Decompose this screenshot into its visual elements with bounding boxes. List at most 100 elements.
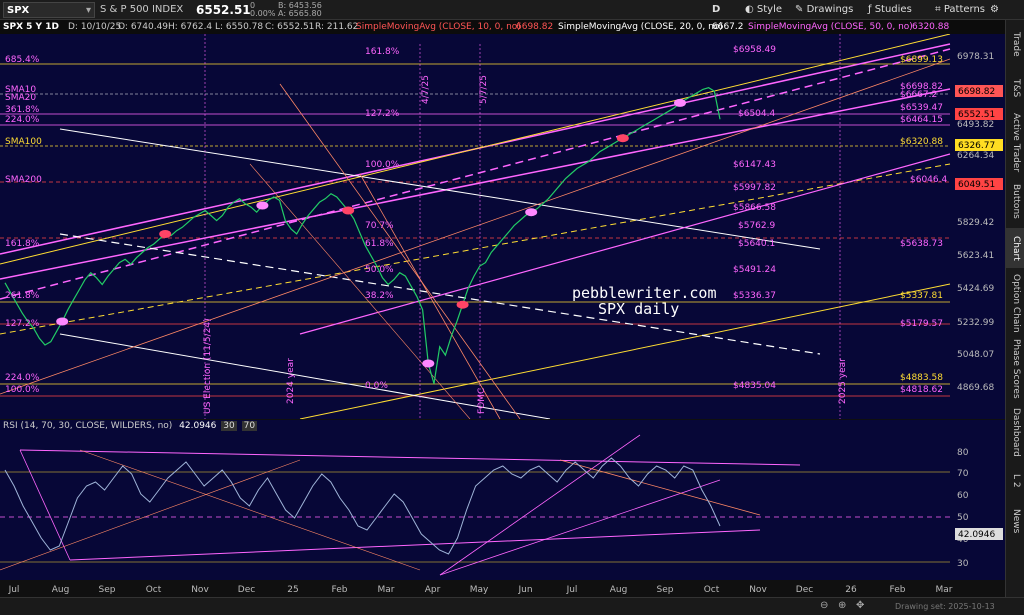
chart-info-bar: SPX 5 Y 1D D: 10/10/25 O: 6740.49 H: 676… <box>0 20 1024 34</box>
patterns-menu-button[interactable]: ⌗ Patterns <box>935 2 985 18</box>
fib-mid-127: 127.2% <box>365 109 400 119</box>
tab-level-2[interactable]: L 2 <box>1006 464 1024 498</box>
bar-high: H: 6762.4 <box>168 22 213 32</box>
level-5997: $5997.82 <box>733 183 776 193</box>
tab-buttons[interactable]: Buttons <box>1006 178 1024 224</box>
date-tick: Nov <box>191 585 209 595</box>
symbol-text: SPX <box>7 5 30 16</box>
badge-last: 6552.51 <box>958 110 995 120</box>
date-note-may7: 5/7/25 <box>479 75 489 104</box>
bar-low: L: 6550.78 <box>215 22 264 32</box>
date-tick: Jun <box>517 585 532 595</box>
settings-icon[interactable]: ⚙ <box>990 2 999 18</box>
level-5638: $5638.73 <box>900 239 943 249</box>
tab-chart[interactable]: Chart <box>1006 228 1024 268</box>
date-tick: May <box>470 585 489 595</box>
level-6899: $6899.13 <box>900 55 943 65</box>
level-5866: $5866.58 <box>733 203 776 213</box>
date-tick: Dec <box>796 585 813 595</box>
chart-title: SPX 5 Y 1D <box>3 22 59 32</box>
level-5336: $5336.37 <box>733 291 776 301</box>
status-bar: ⊖ ⊕ ✥ Drawing set: 2025-10-13 <box>0 597 1024 615</box>
rsi-tick: 30 <box>957 559 969 569</box>
fib-label-127: 127.2% <box>5 319 40 329</box>
date-tick: Dec <box>238 585 255 595</box>
fomc-note: FOMC <box>477 388 487 414</box>
fib-label-261: 261.8% <box>5 291 40 301</box>
fib-label-224: 224.0% <box>5 115 40 125</box>
price-axis: 6978.31 6493.82 6264.34 5829.42 5623.41 … <box>957 52 994 393</box>
date-tick: Sep <box>657 585 674 595</box>
sma50-label: SimpleMovingAvg (CLOSE, 50, 0, no) <box>748 22 913 32</box>
price-tick: 5424.69 <box>957 284 994 294</box>
tab-phase-scores[interactable]: Phase Scores <box>1006 338 1024 400</box>
date-tick: Jul <box>566 585 578 595</box>
zoom-in-icon[interactable]: ⊕ <box>838 600 846 611</box>
rsi-value-badge: 42.0946 <box>958 530 995 540</box>
year-2024-note: 2024 year <box>286 358 296 404</box>
date-tick: Aug <box>610 585 628 595</box>
timeframe-selector[interactable]: D <box>712 2 720 18</box>
pan-icon[interactable]: ✥ <box>856 600 864 611</box>
date-note-apr7: 4/7/25 <box>421 75 431 104</box>
tab-dashboard[interactable]: Dashboard <box>1006 404 1024 460</box>
zoom-out-icon[interactable]: ⊖ <box>820 600 828 611</box>
date-axis: Jul Aug Sep Oct Nov Dec 25 Feb Mar Apr May Jun Jul Au… <box>0 580 1024 596</box>
rsi-value: 42.0946 <box>179 421 217 431</box>
price-chart[interactable]: 685.4% SMA10 SMA20 361.8% 224.0% SMA100 … <box>0 34 1024 419</box>
level-6504: $6504.4 <box>738 109 775 119</box>
level-4883: $4883.58 <box>900 373 943 383</box>
price-marker <box>159 230 172 238</box>
date-tick: Mar <box>936 585 953 595</box>
style-menu-button[interactable]: ◐ Style <box>745 2 782 18</box>
price-marker <box>422 359 435 368</box>
drawings-menu-button[interactable]: ✎ Drawings <box>795 2 853 18</box>
rsi-tick: 70 <box>957 469 969 479</box>
rsi-chart[interactable]: 80 70 60 50 40 30 42.0946 <box>0 420 1024 580</box>
level-5179: $5179.57 <box>900 319 943 329</box>
rsi-line <box>4 457 721 555</box>
rsi-trend-lines <box>0 434 801 576</box>
fib-label-161: 161.8% <box>5 239 40 249</box>
price-tick: 5048.07 <box>957 350 994 360</box>
studies-menu-button[interactable]: ƒ Studies <box>868 2 912 18</box>
level-6147: $6147.43 <box>733 160 776 170</box>
price-tick: 6978.31 <box>957 52 994 62</box>
sma20-tag: SMA20 <box>5 93 36 103</box>
sma10-label: SimpleMovingAvg (CLOSE, 10, 0, no) <box>356 22 521 32</box>
price-tick: 5623.41 <box>957 251 994 261</box>
price-marker <box>525 208 538 217</box>
symbol-input[interactable]: SPX ▾ <box>3 2 95 18</box>
tab-time-and-sales[interactable]: T&S <box>1006 68 1024 108</box>
level-6464: $6464.15 <box>900 115 943 125</box>
bar-date: D: 10/10/25 <box>68 22 122 32</box>
level-4835: $4835.04 <box>733 381 776 391</box>
date-tick: Nov <box>749 585 767 595</box>
price-marker <box>56 317 69 326</box>
price-tick: 6493.82 <box>957 120 994 130</box>
price-marker <box>674 98 686 107</box>
fib-mid-000: 0.0% <box>365 381 388 391</box>
tab-trade[interactable]: Trade <box>1006 24 1024 64</box>
rsi-tick: 50 <box>957 513 969 523</box>
price-marker <box>256 201 269 210</box>
date-tick: Apr <box>425 585 441 595</box>
bar-open: O: 6740.49 <box>118 22 169 32</box>
tab-active-trader[interactable]: Active Trader <box>1006 112 1024 174</box>
fib-label-100: 100.0% <box>5 385 40 395</box>
level-6539: $6539.47 <box>900 103 943 113</box>
tab-option-chain[interactable]: Option Chain <box>1006 272 1024 334</box>
price-marker <box>456 300 469 309</box>
date-ticks: Jul Aug Sep Oct Nov Dec 25 Feb Mar Apr May Jun Jul Au… <box>8 585 953 595</box>
rsi-overbought: 70 <box>241 421 258 431</box>
price-line <box>4 87 721 384</box>
fib-labels-mid: 161.8% 127.2% 100.0% 70.7% 61.8% 50.0% 3… <box>365 47 400 391</box>
sma50-value: 6320.88 <box>912 22 950 32</box>
price-tick: 4869.68 <box>957 383 994 393</box>
badge-sma10: 6698.82 <box>958 87 995 97</box>
date-tick: Oct <box>704 585 720 595</box>
date-tick: 26 <box>845 585 857 595</box>
sma100-tag: SMA100 <box>5 137 42 147</box>
tab-news[interactable]: News <box>1006 502 1024 540</box>
level-5337: $5337.81 <box>900 291 943 301</box>
